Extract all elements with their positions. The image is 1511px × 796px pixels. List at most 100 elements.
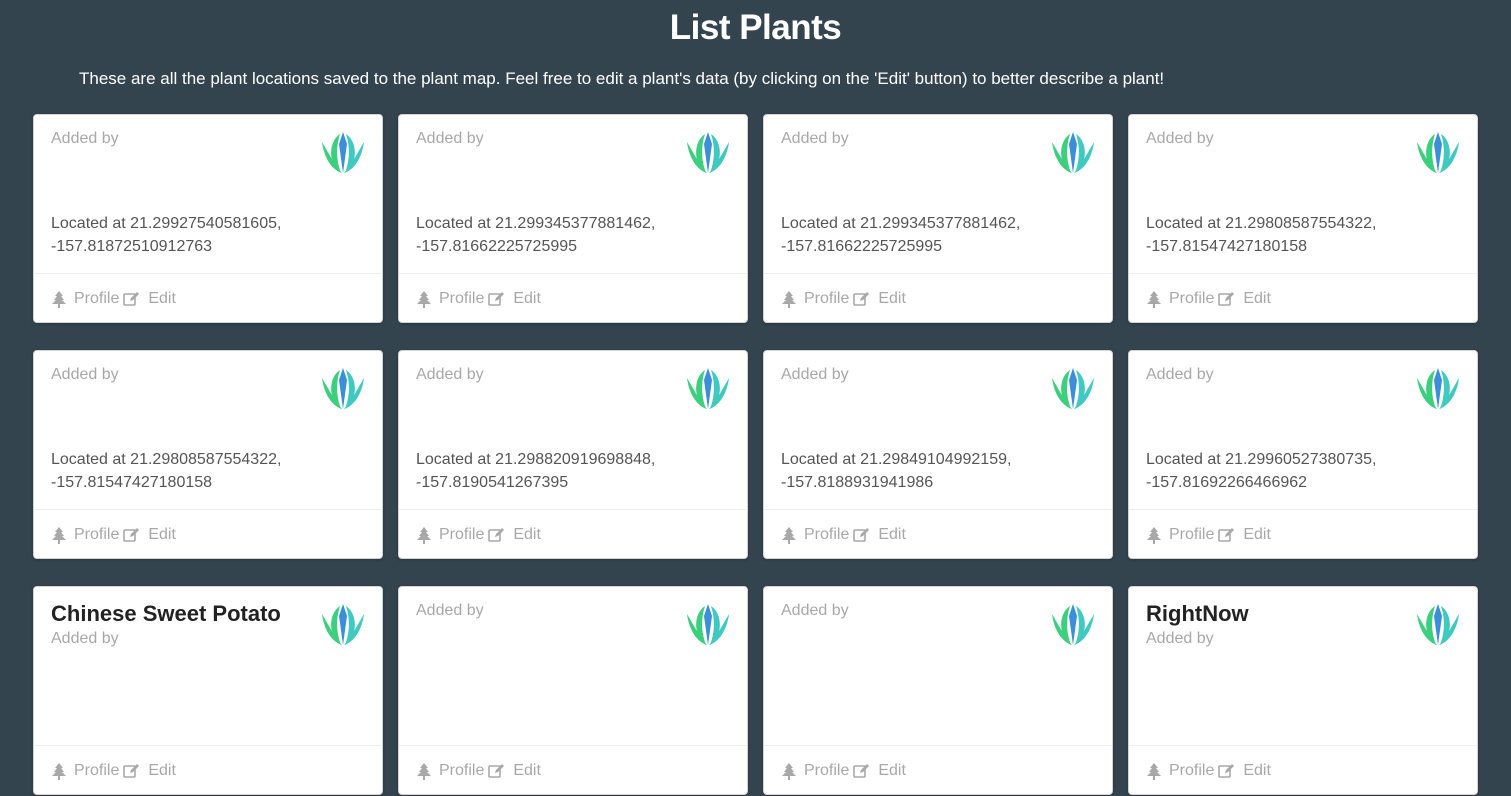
card-footer: Profile Edit bbox=[34, 509, 382, 560]
edit-button[interactable]: Edit bbox=[1218, 762, 1271, 780]
profile-button[interactable]: Profile bbox=[417, 526, 484, 544]
location-latitude: Located at 21.298820919698848, bbox=[416, 451, 656, 468]
card-footer: Profile Edit bbox=[34, 745, 382, 796]
plant-card: Added by Profile Edit bbox=[763, 586, 1113, 795]
profile-button[interactable]: Profile bbox=[782, 762, 849, 780]
edit-label: Edit bbox=[148, 526, 176, 543]
edit-label: Edit bbox=[513, 290, 541, 307]
profile-label: Profile bbox=[804, 526, 850, 543]
edit-label: Edit bbox=[513, 762, 541, 779]
tree-icon bbox=[782, 762, 796, 780]
lotus-leaf-icon bbox=[322, 132, 364, 173]
profile-button[interactable]: Profile bbox=[417, 762, 484, 780]
edit-label: Edit bbox=[878, 526, 906, 543]
edit-button[interactable]: Edit bbox=[123, 762, 176, 780]
profile-label: Profile bbox=[74, 762, 120, 779]
profile-label: Profile bbox=[1169, 526, 1215, 543]
lotus-leaf-icon bbox=[322, 368, 364, 409]
location-longitude: -157.81547427180158 bbox=[51, 474, 213, 491]
lotus-leaf-icon bbox=[1052, 368, 1094, 409]
location-latitude: Located at 21.299345377881462, bbox=[781, 215, 1021, 232]
edit-icon bbox=[1218, 528, 1235, 542]
edit-button[interactable]: Edit bbox=[123, 526, 176, 544]
edit-button[interactable]: Edit bbox=[853, 762, 906, 780]
lotus-leaf-icon bbox=[1052, 604, 1094, 645]
tree-icon bbox=[1147, 290, 1161, 308]
tree-icon bbox=[52, 526, 66, 544]
location-longitude: -157.8188931941986 bbox=[781, 474, 934, 491]
card-footer: Profile Edit bbox=[764, 745, 1112, 796]
card-footer: Profile Edit bbox=[1129, 509, 1477, 560]
page-title: List Plants bbox=[669, 8, 842, 47]
lotus-leaf-icon bbox=[1417, 368, 1459, 409]
profile-button[interactable]: Profile bbox=[1147, 290, 1214, 308]
edit-label: Edit bbox=[1243, 762, 1271, 779]
edit-button[interactable]: Edit bbox=[1218, 526, 1271, 544]
edit-button[interactable]: Edit bbox=[488, 762, 541, 780]
plant-card: Added by Located at 21.29808587554322, -… bbox=[1128, 114, 1478, 323]
plant-card: Chinese Sweet Potato Added by Profile Ed… bbox=[33, 586, 383, 795]
profile-button[interactable]: Profile bbox=[1147, 526, 1214, 544]
edit-icon bbox=[853, 292, 870, 306]
edit-button[interactable]: Edit bbox=[488, 526, 541, 544]
card-footer: Profile Edit bbox=[1129, 273, 1477, 324]
profile-label: Profile bbox=[74, 526, 120, 543]
edit-icon bbox=[488, 764, 505, 778]
profile-button[interactable]: Profile bbox=[52, 762, 119, 780]
lotus-leaf-icon bbox=[687, 604, 729, 645]
profile-button[interactable]: Profile bbox=[782, 290, 849, 308]
card-footer: Profile Edit bbox=[1129, 745, 1477, 796]
plant-location: Located at 21.29808587554322, -157.81547… bbox=[51, 448, 341, 494]
plant-card: Added by Located at 21.29808587554322, -… bbox=[33, 350, 383, 559]
location-latitude: Located at 21.29849104992159, bbox=[781, 451, 1012, 468]
edit-icon bbox=[1218, 292, 1235, 306]
tree-icon bbox=[1147, 762, 1161, 780]
plant-location: Located at 21.29808587554322, -157.81547… bbox=[1146, 212, 1436, 258]
profile-button[interactable]: Profile bbox=[52, 526, 119, 544]
profile-button[interactable]: Profile bbox=[782, 526, 849, 544]
plant-location: Located at 21.29849104992159, -157.81889… bbox=[781, 448, 1071, 494]
edit-icon bbox=[1218, 764, 1235, 778]
profile-button[interactable]: Profile bbox=[417, 290, 484, 308]
profile-button[interactable]: Profile bbox=[52, 290, 119, 308]
plant-card-grid: Added by Located at 21.29927540581605, -… bbox=[33, 114, 1478, 795]
lotus-leaf-icon bbox=[687, 368, 729, 409]
profile-label: Profile bbox=[804, 290, 850, 307]
edit-label: Edit bbox=[1243, 290, 1271, 307]
location-longitude: -157.8190541267395 bbox=[416, 474, 569, 491]
edit-button[interactable]: Edit bbox=[853, 290, 906, 308]
edit-button[interactable]: Edit bbox=[1218, 290, 1271, 308]
location-longitude: -157.81662225725995 bbox=[781, 238, 943, 255]
profile-button[interactable]: Profile bbox=[1147, 762, 1214, 780]
lotus-leaf-icon bbox=[322, 604, 364, 645]
edit-icon bbox=[123, 764, 140, 778]
location-latitude: Located at 21.299345377881462, bbox=[416, 215, 656, 232]
edit-button[interactable]: Edit bbox=[123, 290, 176, 308]
lotus-leaf-icon bbox=[687, 132, 729, 173]
plant-card: Added by Located at 21.29960527380735, -… bbox=[1128, 350, 1478, 559]
tree-icon bbox=[417, 526, 431, 544]
edit-button[interactable]: Edit bbox=[488, 290, 541, 308]
tree-icon bbox=[782, 526, 796, 544]
profile-label: Profile bbox=[439, 526, 485, 543]
plant-location: Located at 21.29927540581605, -157.81872… bbox=[51, 212, 341, 258]
card-footer: Profile Edit bbox=[764, 273, 1112, 324]
plant-card: Added by Located at 21.299345377881462, … bbox=[398, 114, 748, 323]
edit-icon bbox=[488, 528, 505, 542]
edit-label: Edit bbox=[878, 290, 906, 307]
location-latitude: Located at 21.29808587554322, bbox=[1146, 215, 1377, 232]
plant-card: Added by Profile Edit bbox=[398, 586, 748, 795]
location-longitude: -157.81547427180158 bbox=[1146, 238, 1308, 255]
tree-icon bbox=[782, 290, 796, 308]
location-longitude: -157.81692266466962 bbox=[1146, 474, 1308, 491]
tree-icon bbox=[1147, 526, 1161, 544]
page-description: These are all the plant locations saved … bbox=[79, 69, 1165, 88]
tree-icon bbox=[52, 762, 66, 780]
plant-card: Added by Located at 21.29927540581605, -… bbox=[33, 114, 383, 323]
edit-icon bbox=[123, 528, 140, 542]
profile-label: Profile bbox=[804, 762, 850, 779]
plant-location: Located at 21.29960527380735, -157.81692… bbox=[1146, 448, 1436, 494]
profile-label: Profile bbox=[1169, 762, 1215, 779]
edit-label: Edit bbox=[148, 762, 176, 779]
edit-button[interactable]: Edit bbox=[853, 526, 906, 544]
